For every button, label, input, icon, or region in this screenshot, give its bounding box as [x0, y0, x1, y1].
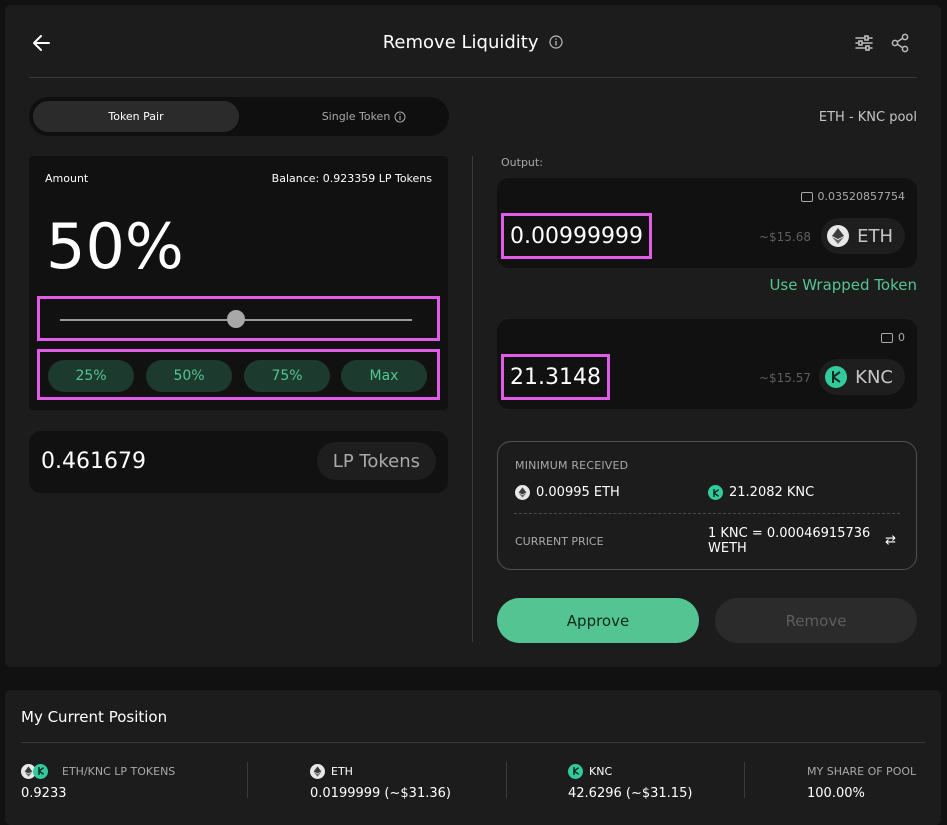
position-separator — [247, 762, 248, 798]
position-share: MY SHARE OF POOL 100.00% — [807, 764, 916, 802]
knc-amount: 21.3148 — [501, 354, 610, 400]
eth-icon — [515, 485, 530, 500]
amount-label: Amount — [45, 172, 89, 185]
eth-amount: 0.00999999 — [501, 213, 652, 259]
minimum-received-label: MINIMUM RECEIVED — [515, 459, 629, 472]
eth-icon — [310, 763, 325, 779]
summary-divider — [514, 513, 900, 514]
share-icon — [891, 33, 909, 53]
min-eth-text: 0.00995 ETH — [536, 485, 620, 500]
token-symbol: KNC — [855, 366, 893, 388]
position-value: 100.00% — [807, 786, 865, 801]
settings-button[interactable] — [853, 32, 875, 54]
column-divider — [472, 156, 473, 642]
output-label: Output: — [501, 156, 543, 169]
position-separator — [506, 762, 507, 798]
percent-presets: 25% 50% 75% Max — [37, 349, 440, 400]
summary-box: MINIMUM RECEIVED 0.00995 ETH 21.2082 KNC… — [497, 441, 917, 570]
info-icon — [394, 111, 406, 122]
position-head: MY SHARE OF POOL — [807, 764, 916, 778]
current-price-label: CURRENT PRICE — [515, 535, 604, 548]
preset-25-button[interactable]: 25% — [48, 360, 134, 392]
position-title: My Current Position — [21, 708, 168, 726]
position-label: KNC — [589, 764, 613, 778]
position-separator — [744, 762, 745, 798]
wallet-icon — [881, 332, 893, 343]
output-knc-card: 0 21.3148 ~$15.57 KNC — [497, 319, 917, 409]
position-value: 42.6296 (~$31.15) — [568, 786, 693, 801]
preset-max-button[interactable]: Max — [341, 360, 427, 392]
token-symbol: ETH — [857, 225, 893, 247]
lp-amount-card: 0.461679 LP Tokens — [29, 431, 448, 493]
swap-icon[interactable]: ⇄ — [885, 533, 896, 548]
position-eth: ETH 0.0199999 (~$31.36) — [310, 763, 451, 801]
current-price-value: 1 KNC = 0.00046915736 WETH — [708, 526, 871, 556]
share-button[interactable] — [889, 32, 911, 54]
knc-token-pill: KNC — [819, 359, 905, 395]
eth-usd-value: ~$15.68 — [758, 230, 811, 244]
position-head: ETH/KNC LP TOKENS — [21, 763, 176, 779]
remove-button[interactable]: Remove — [715, 598, 917, 643]
position-head: ETH — [310, 763, 451, 779]
position-lp-tokens: ETH/KNC LP TOKENS 0.9233 — [21, 763, 176, 801]
amount-card: Amount Balance: 0.923359 LP Tokens 50% 2… — [29, 156, 448, 410]
position-label: MY SHARE OF POOL — [807, 764, 917, 778]
amount-slider-container — [37, 296, 440, 341]
knc-icon — [708, 485, 723, 500]
position-knc: KNC 42.6296 (~$31.15) — [568, 763, 693, 801]
knc-usd-value: ~$15.57 — [758, 371, 811, 385]
use-wrapped-token-link[interactable]: Use Wrapped Token — [769, 276, 917, 294]
sliders-icon — [855, 35, 873, 51]
mode-tabs: Token Pair Single Token — [29, 97, 449, 136]
knc-icon — [33, 763, 48, 779]
tab-label: Token Pair — [108, 110, 164, 123]
header: Remove Liquidity — [29, 14, 917, 78]
knc-icon — [825, 366, 848, 388]
wallet-balance-value: 0.03520857754 — [817, 190, 905, 203]
tab-single-token[interactable]: Single Token — [261, 101, 467, 132]
percent-display: 50% — [46, 210, 184, 283]
approve-button[interactable]: Approve — [497, 598, 699, 643]
lp-pair-icon — [21, 763, 48, 779]
knc-icon — [568, 763, 583, 779]
wallet-balance: 0 — [881, 331, 905, 344]
page-title-wrap: Remove Liquidity — [29, 32, 917, 54]
lp-token-pill: LP Tokens — [316, 442, 436, 480]
page-title: Remove Liquidity — [382, 32, 539, 53]
wallet-balance-value: 0 — [898, 331, 905, 344]
balance-label: Balance: 0.923359 LP Tokens — [271, 172, 432, 185]
preset-50-button[interactable]: 50% — [146, 360, 232, 392]
eth-icon — [827, 225, 850, 247]
slider-thumb[interactable] — [227, 310, 245, 328]
eth-token-pill: ETH — [821, 218, 905, 254]
position-value: 0.0199999 (~$31.36) — [310, 786, 451, 801]
wallet-balance: 0.03520857754 — [800, 190, 905, 203]
output-eth-card: 0.03520857754 0.00999999 ~$15.68 ETH — [497, 178, 917, 268]
current-position-card: My Current Position ETH/KNC LP TOKENS 0.… — [5, 690, 941, 825]
pool-label: ETH - KNC pool — [818, 110, 917, 125]
position-head: KNC — [568, 763, 692, 779]
min-knc-value: 21.2082 KNC — [708, 485, 814, 500]
lp-amount-value[interactable]: 0.461679 — [41, 449, 146, 474]
min-eth-value: 0.00995 ETH — [515, 485, 620, 500]
preset-75-button[interactable]: 75% — [244, 360, 330, 392]
min-knc-text: 21.2082 KNC — [729, 485, 815, 500]
position-divider — [21, 742, 925, 743]
position-value: 0.9233 — [21, 786, 67, 801]
tab-label: Single Token — [321, 110, 391, 123]
tab-token-pair[interactable]: Token Pair — [33, 101, 239, 132]
position-label: ETH/KNC LP TOKENS — [62, 764, 176, 778]
wallet-icon — [800, 191, 813, 202]
info-icon[interactable] — [549, 33, 563, 54]
position-label: ETH — [331, 764, 353, 778]
